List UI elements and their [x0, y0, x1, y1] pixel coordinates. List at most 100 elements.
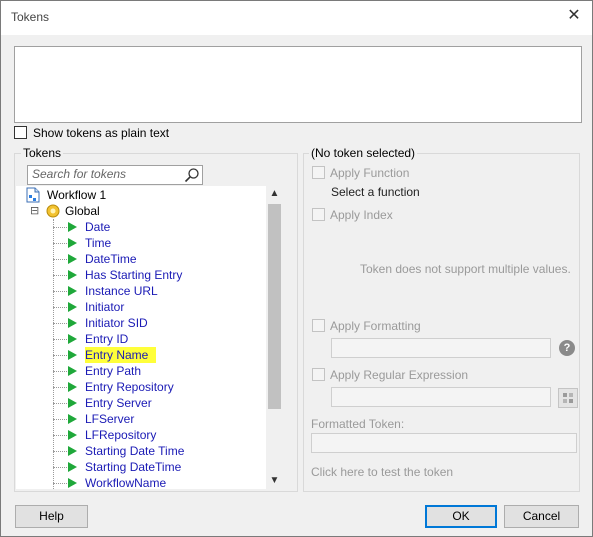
tokens-dialog: Tokens ✕ Show tokens as plain text Token… — [0, 0, 593, 537]
tokens-group-title: Tokens — [21, 146, 64, 160]
show-plain-text-checkbox[interactable] — [14, 126, 27, 139]
tree-connector — [53, 227, 67, 228]
tree-connector — [53, 451, 67, 452]
token-item-label: Initiator SID — [85, 316, 148, 330]
token-item-label: WorkflowName — [85, 476, 167, 489]
token-arrow-icon — [68, 318, 77, 328]
token-arrow-icon — [68, 398, 77, 408]
token-item-label: Entry Server — [85, 396, 152, 410]
apply-formatting-checkbox[interactable] — [312, 319, 325, 332]
token-item[interactable]: Entry Path — [53, 363, 253, 379]
token-item-label: Entry Repository — [85, 380, 174, 394]
tree-connector — [53, 403, 67, 404]
token-arrow-icon — [68, 414, 77, 424]
token-arrow-icon — [68, 366, 77, 376]
tree-connector — [53, 467, 67, 468]
search-icon[interactable] — [184, 167, 200, 183]
token-item[interactable]: Initiator SID — [53, 315, 253, 331]
token-arrow-icon — [68, 254, 77, 264]
token-item[interactable]: Has Starting Entry — [53, 267, 253, 283]
regex-builder-icon[interactable] — [558, 388, 578, 408]
token-item[interactable]: Instance URL — [53, 283, 253, 299]
token-item[interactable]: Starting DateTime — [53, 459, 253, 475]
collapse-toggle-icon[interactable]: ⊟ — [30, 203, 39, 219]
token-item[interactable]: LFRepository — [53, 427, 253, 443]
regex-input[interactable] — [331, 387, 551, 407]
help-circle-icon[interactable]: ? — [559, 340, 575, 356]
token-item[interactable]: Starting Date Time — [53, 443, 253, 459]
tree-connector — [53, 387, 67, 388]
tree-connector — [53, 307, 67, 308]
token-item[interactable]: Initiator — [53, 299, 253, 315]
help-button[interactable]: Help — [15, 505, 88, 528]
global-folder-icon — [46, 204, 60, 218]
window-title: Tokens — [11, 10, 50, 24]
token-arrow-icon — [68, 462, 77, 472]
token-editor-textbox[interactable] — [14, 46, 582, 123]
tree-connector — [53, 435, 67, 436]
token-item-label: Instance URL — [85, 284, 158, 298]
apply-index-label: Apply Index — [330, 208, 393, 222]
token-arrow-icon — [68, 382, 77, 392]
apply-function-checkbox[interactable] — [312, 166, 325, 179]
workflow-icon — [26, 187, 40, 203]
tree-root-workflow[interactable]: Workflow 1 — [26, 187, 146, 203]
token-item-label: LFServer — [85, 412, 135, 426]
token-item-label: LFRepository — [85, 428, 157, 442]
tree-scrollbar[interactable]: ▲ ▼ — [266, 186, 283, 489]
tree-connector — [53, 339, 67, 340]
tree-connector — [53, 355, 67, 356]
formatting-input[interactable] — [331, 338, 551, 358]
cancel-button[interactable]: Cancel — [504, 505, 579, 528]
token-item[interactable]: Entry ID — [53, 331, 253, 347]
apply-formatting-label: Apply Formatting — [330, 319, 421, 333]
token-search-box[interactable] — [27, 165, 203, 185]
scroll-up-icon[interactable]: ▲ — [266, 186, 283, 202]
token-item[interactable]: Entry Name — [53, 347, 253, 363]
tree-connector — [53, 371, 67, 372]
token-item[interactable]: Date — [53, 219, 253, 235]
tree-connector — [53, 275, 67, 276]
tree-connector — [53, 483, 67, 484]
token-item-label: Entry ID — [85, 332, 129, 346]
token-item[interactable]: Time — [53, 235, 253, 251]
apply-function-label: Apply Function — [330, 166, 410, 180]
token-details-title: (No token selected) — [309, 146, 418, 160]
token-item[interactable]: WorkflowName — [53, 475, 253, 489]
show-plain-text-label: Show tokens as plain text — [33, 126, 170, 140]
token-item[interactable]: LFServer — [53, 411, 253, 427]
token-item[interactable]: DateTime — [53, 251, 253, 267]
token-arrow-icon — [68, 430, 77, 440]
apply-regex-checkbox[interactable] — [312, 368, 325, 381]
token-search-input[interactable] — [28, 166, 182, 182]
token-item-label: Starting DateTime — [85, 460, 182, 474]
tree-connector — [53, 291, 67, 292]
token-item-label: Entry Name — [85, 347, 157, 363]
token-arrow-icon — [68, 270, 77, 280]
token-item-label: Initiator — [85, 300, 125, 314]
scroll-thumb[interactable] — [268, 204, 281, 409]
token-arrow-icon — [68, 238, 77, 248]
token-arrow-icon — [68, 302, 77, 312]
close-icon[interactable]: ✕ — [566, 8, 582, 24]
tree-root-label: Workflow 1 — [47, 188, 107, 202]
token-tree[interactable]: Workflow 1 ⊟ Global Date Time DateTime Has … — [16, 186, 266, 489]
token-arrow-icon — [68, 478, 77, 488]
formatted-token-field — [311, 433, 577, 453]
select-function-label[interactable]: Select a function — [331, 185, 420, 199]
tree-connector — [53, 419, 67, 420]
token-item-label: Date — [85, 220, 111, 234]
token-item[interactable]: Entry Server — [53, 395, 253, 411]
token-arrow-icon — [68, 286, 77, 296]
scroll-down-icon[interactable]: ▼ — [266, 473, 283, 489]
apply-index-checkbox[interactable] — [312, 208, 325, 221]
token-arrow-icon — [68, 446, 77, 456]
token-arrow-icon — [68, 350, 77, 360]
ok-button[interactable]: OK — [425, 505, 497, 528]
tree-connector — [53, 243, 67, 244]
tree-group-global[interactable]: ⊟ Global — [30, 203, 150, 219]
token-item-label: Entry Path — [85, 364, 142, 378]
test-token-link[interactable]: Click here to test the token — [311, 465, 453, 479]
token-item-label: Time — [85, 236, 112, 250]
token-item[interactable]: Entry Repository — [53, 379, 253, 395]
